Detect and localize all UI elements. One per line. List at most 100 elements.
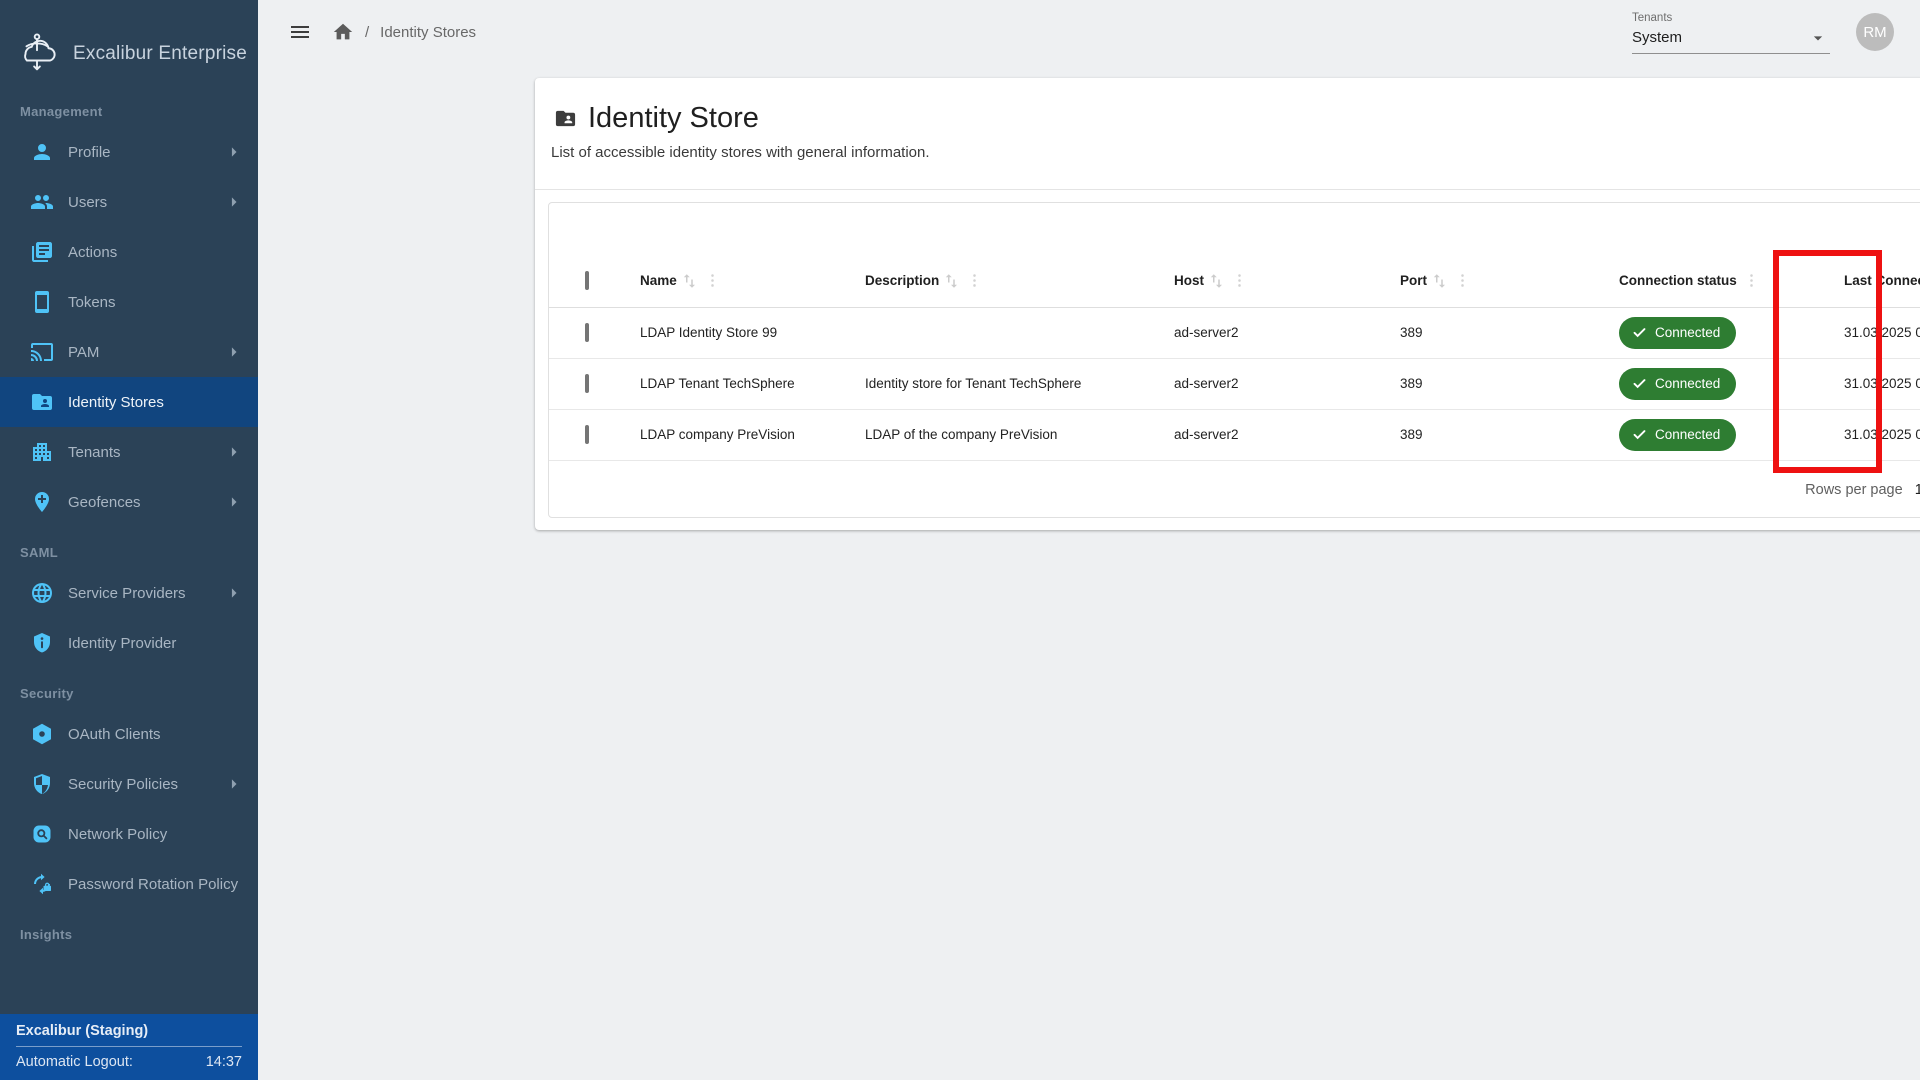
chevron-right-icon <box>224 142 244 162</box>
row-checkbox[interactable] <box>585 323 589 342</box>
environment-label: Excalibur (Staging) <box>0 1014 258 1046</box>
column-header-name: Name <box>640 273 677 288</box>
cell-host: ad-server2 <box>1158 358 1384 409</box>
smartphone-icon <box>30 290 54 314</box>
table-header-row: Name Description Host Port Connection st… <box>549 255 1920 307</box>
identity-stores-table: Name Description Host Port Connection st… <box>549 255 1920 461</box>
sort-icon[interactable] <box>1430 272 1448 290</box>
breadcrumb-separator: / <box>365 24 369 41</box>
cell-name: LDAP company PreVision <box>624 409 849 460</box>
divider <box>535 189 1920 190</box>
sidebar-item-tenants[interactable]: Tenants <box>0 427 258 477</box>
check-icon <box>1632 325 1647 340</box>
status-badge: Connected <box>1619 317 1736 349</box>
sidebar-item-service-providers[interactable]: Service Providers <box>0 568 258 618</box>
chevron-right-icon <box>224 492 244 512</box>
sidebar-item-geofences[interactable]: Geofences <box>0 477 258 527</box>
sidebar-item-pam[interactable]: PAM <box>0 327 258 377</box>
sidebar-item-label: OAuth Clients <box>68 726 161 743</box>
menu-toggle-button[interactable] <box>288 20 312 44</box>
sidebar-item-identity-provider[interactable]: Identity Provider <box>0 618 258 668</box>
token-icon <box>30 722 54 746</box>
add-location-icon <box>30 490 54 514</box>
sidebar-item-label: Geofences <box>68 494 141 511</box>
sidebar-item-label: Identity Stores <box>68 394 164 411</box>
sidebar-item-label: Service Providers <box>68 585 186 602</box>
cell-last-connected: 31.03.2025 04:08 <box>1828 409 1920 460</box>
sidebar-item-actions[interactable]: Actions <box>0 227 258 277</box>
auto-logout-timer: 14:37 <box>206 1054 242 1070</box>
security-shield-icon <box>30 772 54 796</box>
home-icon[interactable] <box>332 21 354 43</box>
chevron-right-icon <box>224 192 244 212</box>
sidebar-item-label: Actions <box>68 244 117 261</box>
cast-icon <box>30 340 54 364</box>
sidebar-item-network-policy[interactable]: Network Policy <box>0 809 258 859</box>
sidebar-item-label: Profile <box>68 144 111 161</box>
table-row[interactable]: LDAP Identity Store 99 ad-server2 389 Co… <box>549 307 1920 358</box>
chevron-right-icon <box>224 442 244 462</box>
column-menu-icon[interactable] <box>966 272 983 289</box>
sidebar-section-management: Management <box>0 86 258 127</box>
main-content: / Identity Stores Tenants System RM <box>258 0 1920 1080</box>
library-books-icon <box>30 240 54 264</box>
sidebar-item-label: PAM <box>68 344 99 361</box>
sidebar-item-label: Password Rotation Policy <box>68 876 238 893</box>
check-icon <box>1632 427 1647 442</box>
cell-name: LDAP Identity Store 99 <box>624 307 849 358</box>
auto-logout-label: Automatic Logout: <box>16 1054 133 1070</box>
dropdown-arrow-icon <box>1808 28 1828 48</box>
column-menu-icon[interactable] <box>704 272 721 289</box>
sidebar-item-oauth-clients[interactable]: OAuth Clients <box>0 709 258 759</box>
column-header-description: Description <box>865 273 939 288</box>
table-row[interactable]: LDAP Tenant TechSphere Identity store fo… <box>549 358 1920 409</box>
column-header-connection-status: Connection status <box>1619 273 1737 288</box>
breadcrumb-current: Identity Stores <box>380 24 476 41</box>
globe-icon <box>30 581 54 605</box>
tenants-select[interactable]: Tenants System <box>1632 10 1830 54</box>
cloud-sword-logo-icon <box>14 31 60 77</box>
cell-host: ad-server2 <box>1158 307 1384 358</box>
column-header-host: Host <box>1174 273 1204 288</box>
sidebar-item-users[interactable]: Users <box>0 177 258 227</box>
sidebar-item-identity-stores[interactable]: Identity Stores <box>0 377 258 427</box>
status-badge: Connected <box>1619 419 1736 451</box>
column-menu-icon[interactable] <box>1454 272 1471 289</box>
apartment-icon <box>30 440 54 464</box>
sort-icon[interactable] <box>680 272 698 290</box>
rows-per-page-label: Rows per page <box>1805 482 1903 498</box>
column-menu-icon[interactable] <box>1743 272 1760 289</box>
sidebar-item-label: Security Policies <box>68 776 178 793</box>
sidebar-item-password-rotation-policy[interactable]: Password Rotation Policy <box>0 859 258 909</box>
breadcrumb: / Identity Stores <box>332 21 476 43</box>
sync-lock-icon <box>30 872 54 896</box>
sort-icon[interactable] <box>942 272 960 290</box>
cell-last-connected: 31.03.2025 04:08 <box>1828 358 1920 409</box>
sidebar-section-insights: Insights <box>0 909 258 950</box>
row-checkbox[interactable] <box>585 374 589 393</box>
table-row[interactable]: LDAP company PreVision LDAP of the compa… <box>549 409 1920 460</box>
cell-host: ad-server2 <box>1158 409 1384 460</box>
sidebar-section-security: Security <box>0 668 258 709</box>
column-menu-icon[interactable] <box>1231 272 1248 289</box>
sidebar-item-security-policies[interactable]: Security Policies <box>0 759 258 809</box>
sidebar-item-label: Tokens <box>68 294 116 311</box>
policy-icon <box>30 822 54 846</box>
page-title: Identity Store <box>588 102 759 135</box>
rows-per-page-select[interactable]: 10 <box>1915 481 1920 499</box>
cell-port: 389 <box>1384 358 1603 409</box>
cell-port: 389 <box>1384 307 1603 358</box>
folder-shared-icon <box>554 107 577 130</box>
cell-description: LDAP of the company PreVision <box>849 409 1158 460</box>
sidebar-item-label: Tenants <box>68 444 121 461</box>
sidebar-item-tokens[interactable]: Tokens <box>0 277 258 327</box>
sidebar-item-profile[interactable]: Profile <box>0 127 258 177</box>
user-avatar[interactable]: RM <box>1856 13 1894 51</box>
cell-port: 389 <box>1384 409 1603 460</box>
sort-icon[interactable] <box>1207 272 1225 290</box>
row-checkbox[interactable] <box>585 425 589 444</box>
status-badge: Connected <box>1619 368 1736 400</box>
tenants-select-label: Tenants <box>1632 12 1830 24</box>
select-all-checkbox[interactable] <box>585 271 589 290</box>
cell-last-connected: 31.03.2025 04:08 <box>1828 307 1920 358</box>
